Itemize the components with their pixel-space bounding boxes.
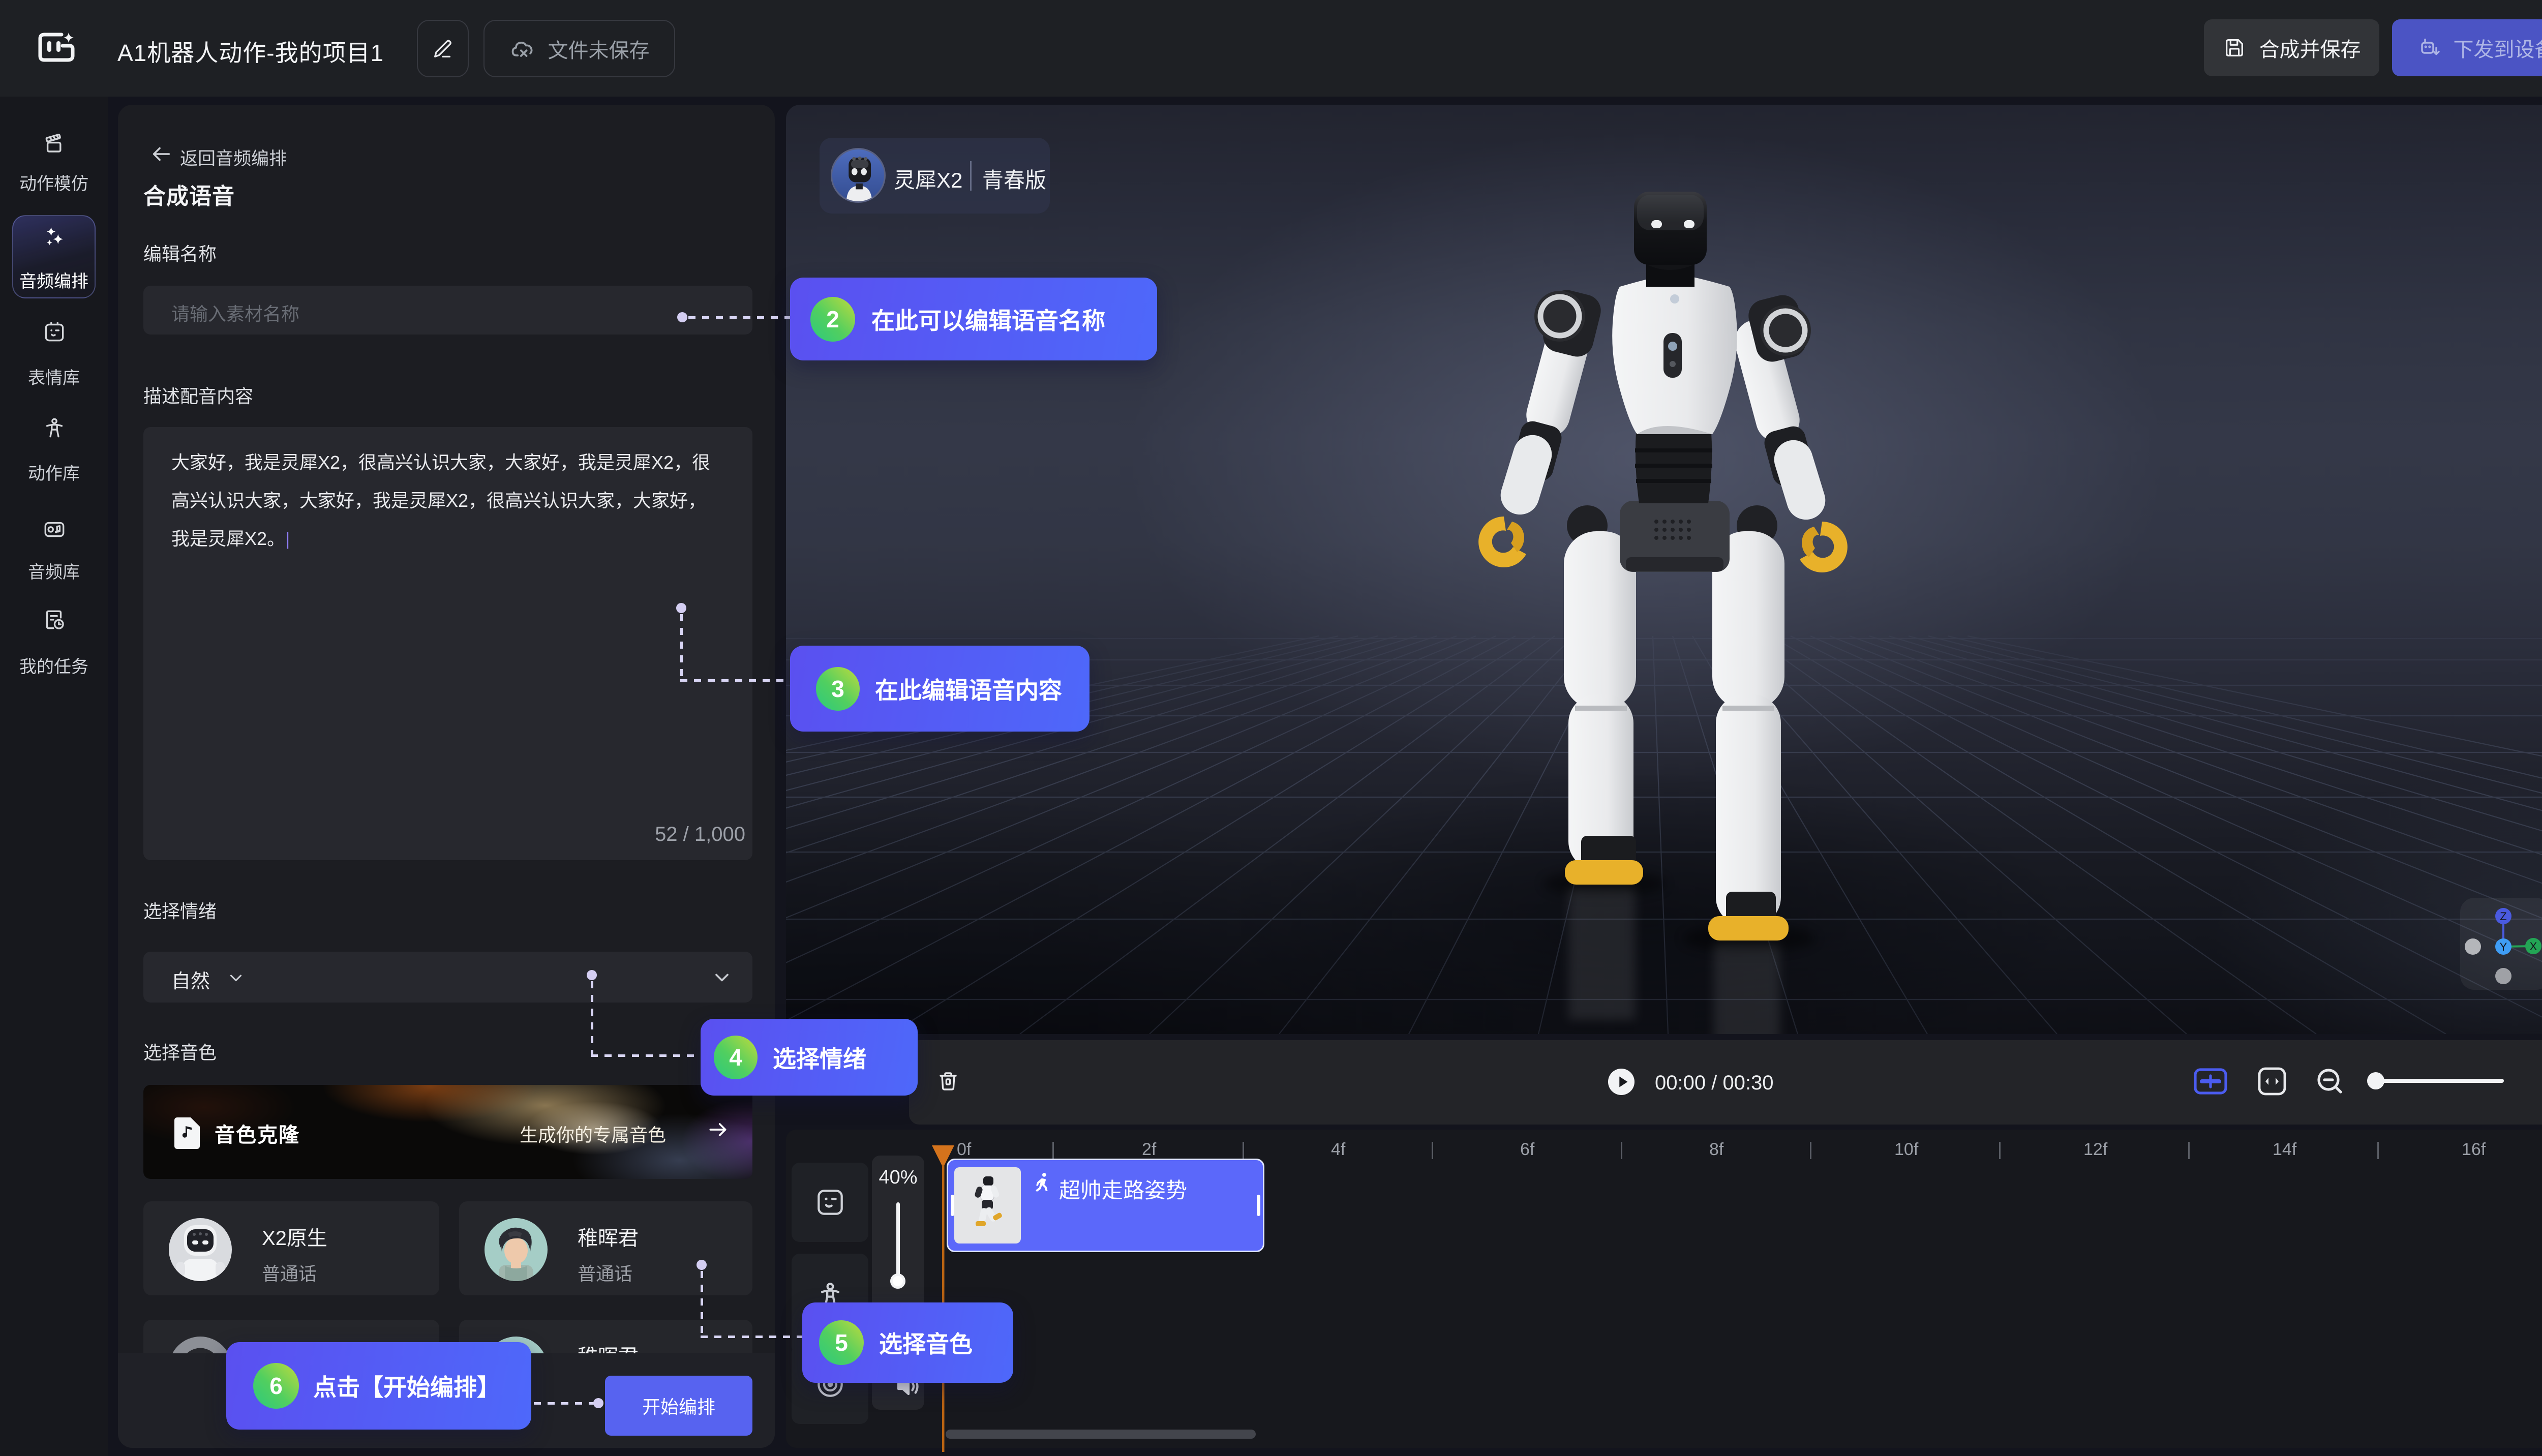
svg-text:Y: Y xyxy=(2500,941,2507,953)
svg-text:X: X xyxy=(2530,940,2537,953)
svg-text:Z: Z xyxy=(2500,910,2506,923)
